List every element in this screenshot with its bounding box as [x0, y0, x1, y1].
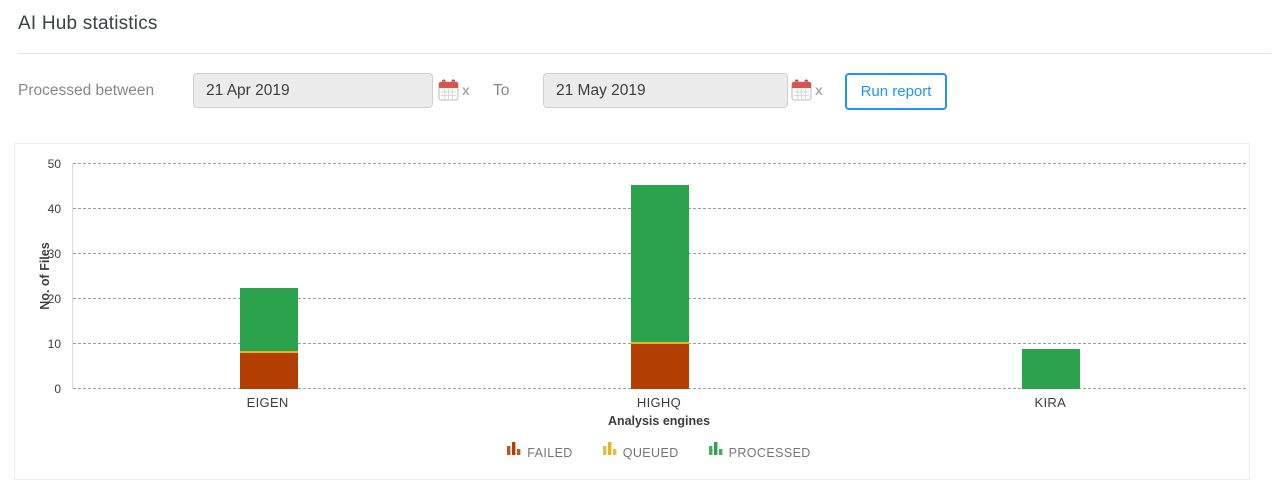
x-tick-label: HIGHQ [463, 395, 854, 410]
to-label: To [493, 82, 509, 100]
header-divider [18, 53, 1271, 54]
x-tick-label: EIGEN [72, 395, 463, 410]
bar-segment-failed [240, 353, 298, 389]
legend-label: PROCESSED [729, 446, 811, 460]
y-tick-label: 0 [54, 382, 61, 396]
start-date-input[interactable] [193, 73, 433, 108]
bar-segment-processed [631, 185, 689, 343]
end-date-clear-icon[interactable]: x [815, 83, 823, 97]
bar-column [464, 164, 855, 389]
start-date-calendar-icon[interactable] [438, 79, 459, 106]
legend-label: FAILED [527, 446, 572, 460]
bar-column [855, 164, 1246, 389]
page-title: AI Hub statistics [18, 13, 158, 35]
legend: FAILED QUEUED PROCESSED [72, 441, 1246, 460]
bar-segment-processed [240, 288, 298, 351]
legend-label: QUEUED [623, 446, 679, 460]
end-date-calendar-icon[interactable] [791, 79, 812, 106]
legend-item-failed[interactable]: FAILED [507, 441, 572, 460]
x-axis-title: Analysis engines [72, 414, 1246, 428]
legend-item-queued[interactable]: QUEUED [603, 441, 679, 460]
start-date-clear-icon[interactable]: x [462, 83, 470, 97]
chart-panel: No. of Files 01020304050 EIGENHIGHQKIRA … [14, 143, 1250, 480]
y-tick-label: 20 [48, 292, 61, 306]
bar-segment-processed [1022, 349, 1080, 390]
plot-area [72, 164, 1246, 389]
end-date-input[interactable] [543, 73, 788, 108]
processed-between-label: Processed between [18, 82, 154, 100]
run-report-button[interactable]: Run report [845, 73, 947, 110]
y-tick-label: 50 [48, 157, 61, 171]
mini-bar-chart-icon [603, 441, 617, 460]
bar-column [73, 164, 464, 389]
x-tick-label: KIRA [855, 395, 1246, 410]
y-axis-ticks: 01020304050 [15, 164, 61, 389]
mini-bar-chart-icon [507, 441, 521, 460]
stacked-bar [240, 288, 298, 389]
stacked-bar [1022, 349, 1080, 390]
y-tick-label: 10 [48, 337, 61, 351]
y-tick-label: 30 [48, 247, 61, 261]
mini-bar-chart-icon [709, 441, 723, 460]
x-tick-row: EIGENHIGHQKIRA [72, 395, 1246, 410]
legend-item-processed[interactable]: PROCESSED [709, 441, 811, 460]
bar-segment-failed [631, 344, 689, 389]
y-tick-label: 40 [48, 202, 61, 216]
stacked-bar [631, 185, 689, 390]
